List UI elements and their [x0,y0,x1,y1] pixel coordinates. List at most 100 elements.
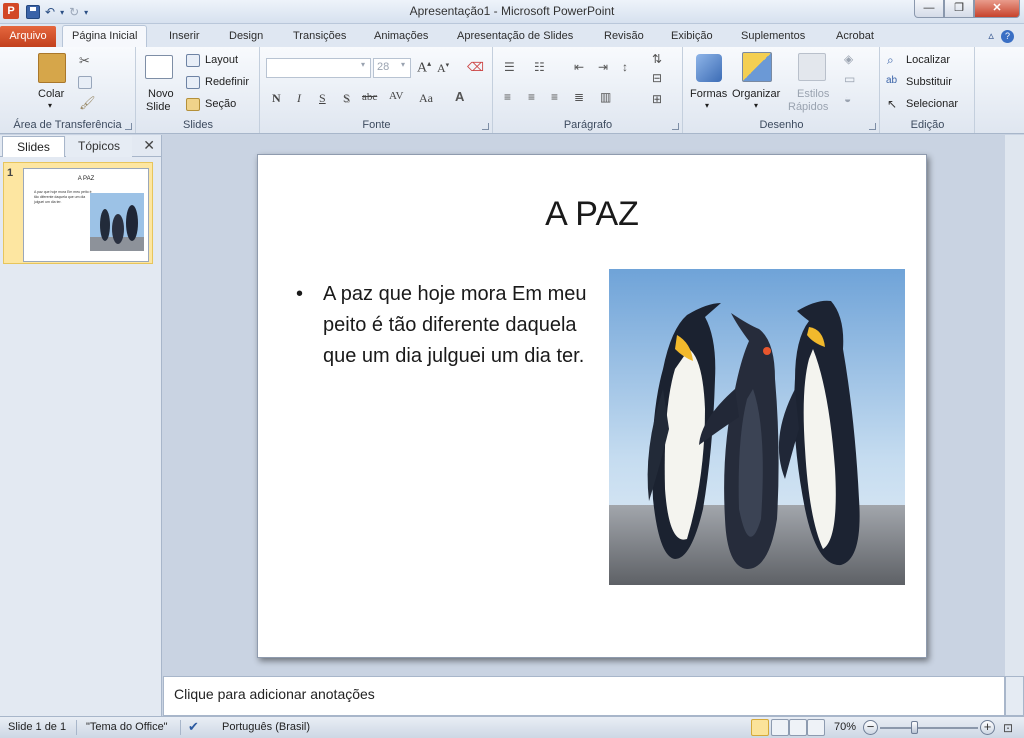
spell-check-icon[interactable]: ✔ [188,719,199,735]
text-direction-icon[interactable]: ⇅ [652,52,662,66]
layout-button[interactable]: Layout [205,54,238,66]
font-launcher-icon[interactable] [482,123,489,130]
tab-animations[interactable]: Animações [374,27,428,47]
layout-icon[interactable] [186,54,200,67]
underline-button[interactable]: S [319,91,326,106]
font-size-dropdown-icon[interactable]: ▾ [401,60,405,69]
section-button[interactable]: Seção [205,98,236,110]
tab-file[interactable]: Arquivo [0,26,56,47]
clear-formatting-icon[interactable]: ⌫ [467,60,484,75]
tab-addins[interactable]: Suplementos [741,27,805,47]
paragraph-launcher-icon[interactable] [672,123,679,130]
reading-view-icon[interactable] [789,719,807,736]
shape-effects-icon[interactable]: ◒ [844,92,851,106]
penguins-image[interactable] [609,269,905,585]
select-icon[interactable]: ↖ [887,97,897,111]
shadow-button[interactable]: S [343,91,350,106]
align-left-icon[interactable]: ≡ [504,90,511,104]
fit-to-window-icon[interactable]: ⊡ [1003,721,1013,735]
shape-outline-icon[interactable]: ▭ [844,72,855,86]
change-case-button[interactable]: Aa [419,91,433,106]
bold-button[interactable]: N [272,91,281,106]
quick-styles-icon[interactable] [798,53,826,81]
reset-button[interactable]: Redefinir [205,76,249,88]
strikethrough-button[interactable]: abc [362,91,377,103]
tab-review[interactable]: Revisão [604,27,644,47]
slide-sorter-view-icon[interactable] [771,719,789,736]
arrange-icon[interactable] [742,52,772,82]
decrease-indent-icon[interactable]: ⇤ [574,60,584,74]
slideshow-view-icon[interactable] [807,719,825,736]
zoom-slider-thumb[interactable] [911,721,918,734]
quick-styles-label-2[interactable]: Rápidos [788,101,828,113]
tab-slideshow[interactable]: Apresentação de Slides [457,27,573,47]
shapes-button[interactable]: Formas [690,88,727,100]
slide-bullet-textbox[interactable]: • A paz que hoje mora Em meu peito é tão… [296,279,588,372]
paste-icon[interactable] [38,53,66,83]
character-spacing-button[interactable]: AV [389,90,403,102]
tab-home[interactable]: Página Inicial [62,25,148,48]
close-icon[interactable]: ✕ [974,0,1020,18]
copy-icon[interactable] [78,76,92,89]
section-icon[interactable] [186,98,200,111]
justify-icon[interactable]: ≣ [574,90,584,104]
tab-outline-pane[interactable]: Tópicos [66,136,132,157]
zoom-level[interactable]: 70% [834,721,856,733]
slide-thumbnail[interactable]: A PAZ A paz que hoje mora Em meu peito é… [23,168,149,262]
vertical-scrollbar[interactable] [1005,135,1024,676]
font-family-dropdown-icon[interactable]: ▾ [361,60,365,69]
new-slide-icon[interactable] [145,55,173,79]
shrink-font-icon[interactable]: A▾ [437,61,449,76]
restore-icon[interactable]: ❐ [944,0,974,18]
font-family-select[interactable] [266,58,371,78]
shape-fill-icon[interactable]: ◈ [844,52,853,66]
language-indicator[interactable]: Português (Brasil) [222,721,310,733]
paste-button[interactable]: Colar [38,88,64,100]
select-button[interactable]: Selecionar [906,98,958,110]
drawing-launcher-icon[interactable] [869,123,876,130]
notes-pane[interactable]: Clique para adicionar anotações [163,676,1005,716]
zoom-out-icon[interactable]: − [863,720,878,735]
arrange-button[interactable]: Organizar [732,88,780,100]
cut-icon[interactable]: ✂ [79,53,90,69]
tab-insert[interactable]: Inserir [169,27,200,47]
format-painter-icon[interactable]: 🖌 [79,95,96,111]
replace-icon[interactable]: ab [886,75,897,86]
zoom-in-icon[interactable]: + [980,720,995,735]
minimize-ribbon-icon[interactable]: ▵ [988,30,994,42]
tab-slides-pane[interactable]: Slides [2,136,65,157]
paste-dropdown-icon[interactable]: ▾ [48,101,52,110]
zoom-slider-track[interactable] [880,727,978,729]
new-slide-label-2[interactable]: Slide [146,101,170,113]
line-spacing-icon[interactable]: ↕ [622,60,628,74]
close-pane-icon[interactable]: ✕ [143,137,155,154]
replace-button[interactable]: Substituir [906,76,952,88]
reset-icon[interactable] [186,76,200,89]
help-icon[interactable]: ? [1001,30,1014,43]
notes-scrollbar[interactable] [1005,676,1024,716]
minimize-icon[interactable]: — [914,0,944,18]
theme-name[interactable]: "Tema do Office" [86,721,168,733]
clipboard-launcher-icon[interactable] [125,123,132,130]
tab-design[interactable]: Design [229,27,263,47]
align-center-icon[interactable]: ≡ [528,90,535,104]
align-right-icon[interactable]: ≡ [551,90,558,104]
slide-title[interactable]: A PAZ [258,195,926,234]
bullets-icon[interactable]: ☰ [504,60,515,74]
columns-icon[interactable]: ▥ [600,90,611,104]
find-icon[interactable]: ⌕ [887,53,894,68]
tab-transitions[interactable]: Transições [293,27,346,47]
font-color-icon[interactable]: A [455,89,464,104]
slide-canvas[interactable]: A PAZ • A paz que hoje mora Em meu peito… [257,154,927,658]
arrange-dropdown-icon[interactable]: ▾ [754,101,758,110]
italic-button[interactable]: I [297,91,301,106]
grow-font-icon[interactable]: A▴ [417,59,431,77]
find-button[interactable]: Localizar [906,54,950,66]
align-text-icon[interactable]: ⊟ [652,71,662,85]
smartart-icon[interactable]: ⊞ [652,92,662,106]
increase-indent-icon[interactable]: ⇥ [598,60,608,74]
font-size-select[interactable]: 28 [373,58,411,78]
normal-view-icon[interactable] [751,719,769,736]
numbering-icon[interactable]: ☷ [534,60,545,74]
tab-view[interactable]: Exibição [671,27,713,47]
